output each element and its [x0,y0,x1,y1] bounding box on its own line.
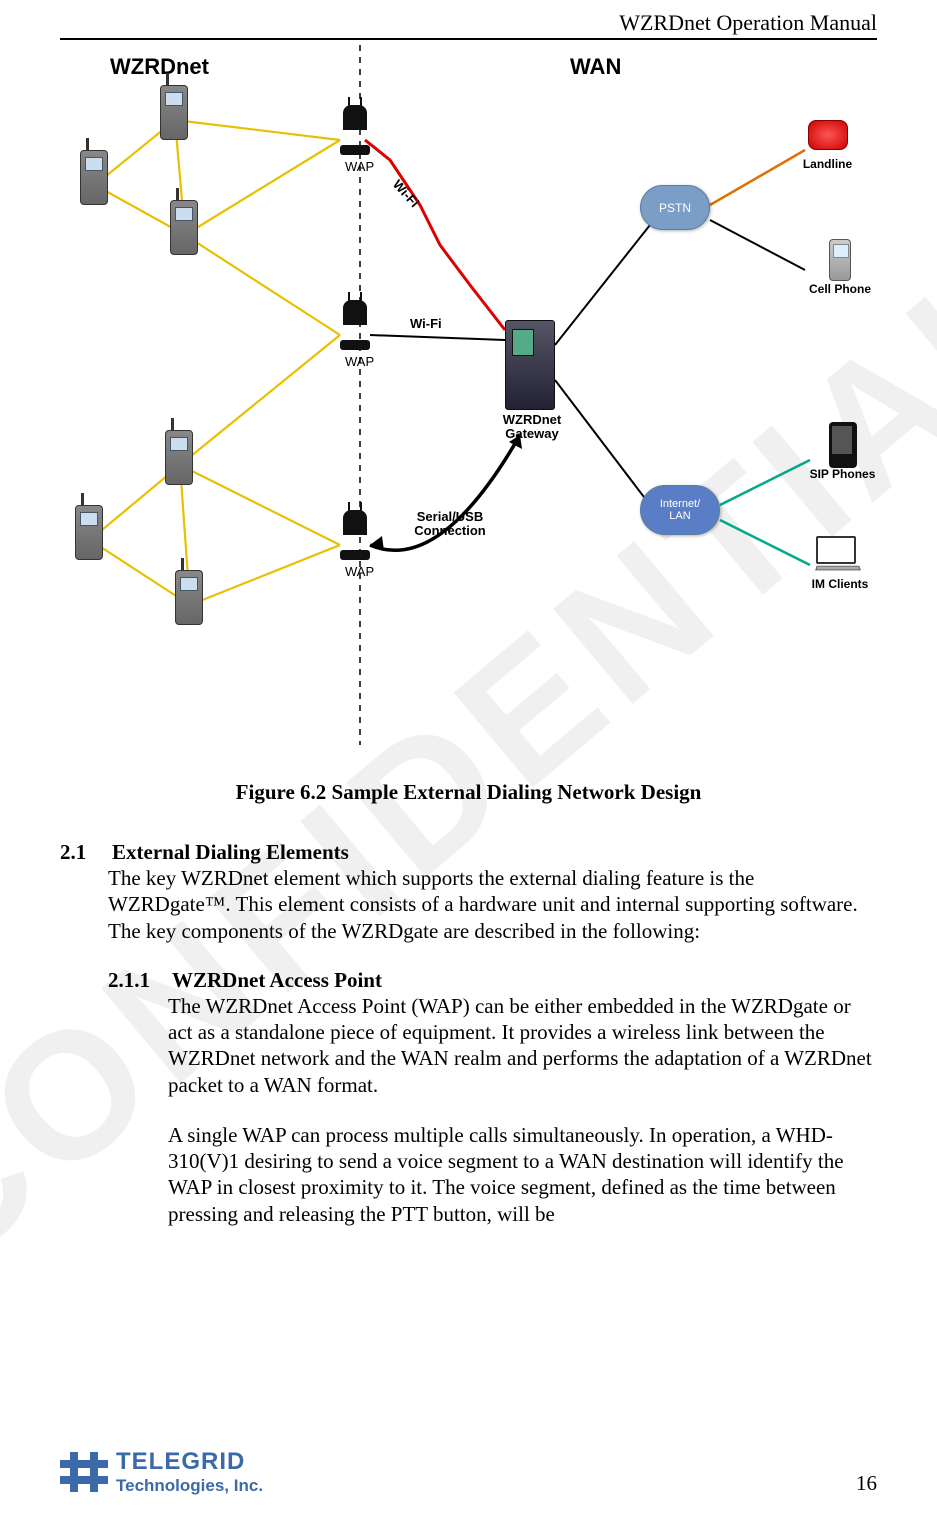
wap-icon [340,105,370,160]
landline-icon [803,115,853,155]
serial-label: Serial/USB Connection [405,510,495,539]
subsection-number: 2.1.1 [108,968,168,993]
network-diagram: WZRDnet WAN WAP WAP WAP Wi-Fi Wi-Fi Seri… [60,45,880,765]
sip-label: SIP Phones [800,467,885,481]
company-logo: TELEGRID Technologies, Inc. [60,1448,263,1496]
sipphone-icon [818,425,868,465]
section-title: External Dialing Elements [112,840,349,864]
diagram-title-wzrdnet: WZRDnet [110,55,209,79]
wap-icon [340,510,370,565]
handset-icon [175,570,211,640]
logo-mark-icon [60,1452,108,1492]
diagram-title-wan: WAN [570,55,621,79]
figure-caption: Figure 6.2 Sample External Dialing Netwo… [60,780,877,805]
handset-icon [170,200,206,270]
company-subtitle: Technologies, Inc. [116,1476,263,1496]
wap-label: WAP [345,355,374,369]
company-name: TELEGRID [116,1448,263,1476]
subsection-p1: The WZRDnet Access Point (WAP) can be ei… [168,993,877,1098]
cellphone-icon [815,240,865,280]
gateway-label: WZRDnet Gateway [492,413,572,442]
subsection-title: WZRDnet Access Point [172,968,382,992]
section-body: The key WZRDnet element which supports t… [108,865,877,944]
im-label: IM Clients [800,577,880,591]
handset-icon [80,150,116,220]
pstn-cloud: PSTN [640,185,710,230]
internet-cloud: Internet/ LAN [640,485,720,535]
wap-icon [340,300,370,355]
wap-label: WAP [345,160,374,174]
subsection-p2: A single WAP can process multiple calls … [168,1122,877,1227]
landline-label: Landline [800,157,855,171]
handset-icon [165,430,201,500]
page-header: WZRDnet Operation Manual [60,0,877,40]
section-number: 2.1 [60,840,108,865]
wap-label: WAP [345,565,374,579]
cellphone-label: Cell Phone [800,282,880,296]
wifi-label: Wi-Fi [410,317,442,331]
gateway-icon [505,320,555,410]
imclient-icon [815,535,865,575]
page-number: 16 [856,1471,877,1496]
handset-icon [75,505,111,575]
handset-icon [160,85,196,155]
